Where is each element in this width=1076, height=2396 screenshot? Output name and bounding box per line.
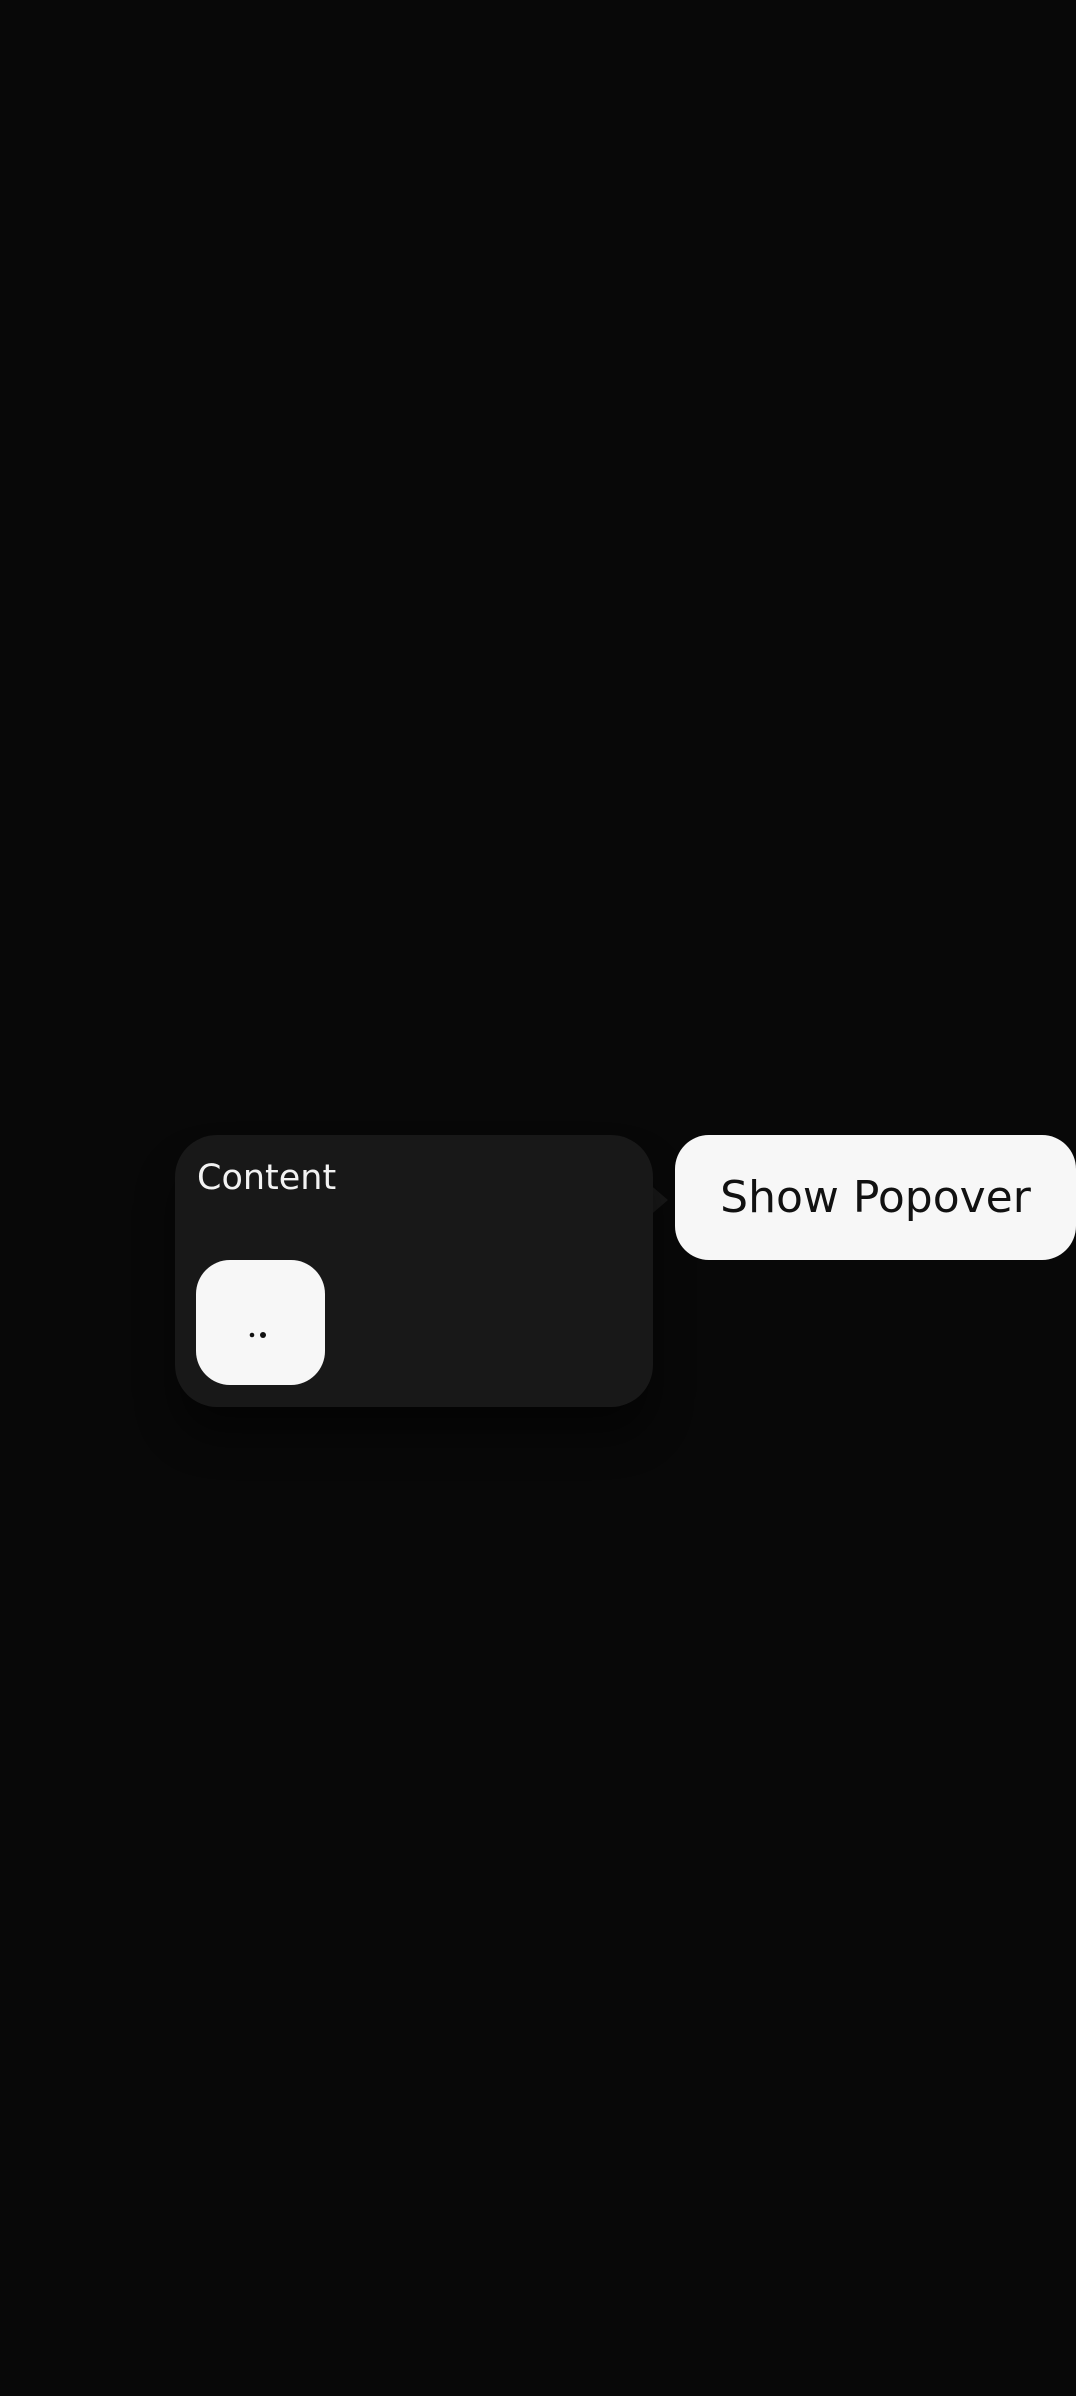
popover-title: Content	[197, 1158, 337, 1198]
more-horizontal-icon	[249, 1332, 266, 1338]
popover-more-button[interactable]	[196, 1260, 325, 1385]
screen: Content Show Popover	[0, 0, 1076, 2396]
show-popover-button[interactable]: Show Popover	[675, 1135, 1076, 1260]
popover: Content	[175, 1135, 653, 1407]
